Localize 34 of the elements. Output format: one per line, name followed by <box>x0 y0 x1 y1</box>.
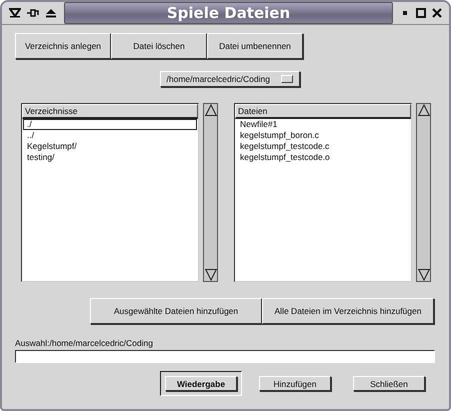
selection-input-field[interactable] <box>15 350 435 363</box>
close-icon[interactable] <box>432 8 442 18</box>
scroll-up-icon[interactable] <box>418 104 430 116</box>
list-item[interactable]: ../ <box>23 130 197 141</box>
eject-icon[interactable] <box>45 8 57 18</box>
scrollbar[interactable] <box>416 103 431 282</box>
list-item[interactable]: kegelstumpf_testcode.o <box>236 152 410 163</box>
toolbar-button[interactable]: Verzeichnis anlegen <box>15 33 111 59</box>
list-item[interactable]: kegelstumpf_testcode.c <box>236 141 410 152</box>
list-header: Verzeichnisse <box>22 104 198 119</box>
minimize-icon[interactable] <box>400 8 410 18</box>
scroll-down-icon[interactable] <box>418 269 430 281</box>
scrollbar[interactable] <box>203 103 218 282</box>
scroll-down-icon[interactable] <box>204 269 216 281</box>
selection-label: Auswahl:/home/marcelcedric/Coding <box>15 338 154 348</box>
dialog-button[interactable]: Wiedergabe <box>165 376 237 391</box>
window-title: Spiele Dateien <box>64 2 393 24</box>
toolbar-button[interactable]: Datei umbenennen <box>207 33 303 59</box>
pin-icon[interactable] <box>27 8 39 18</box>
add-files-button[interactable]: Alle Dateien im Verzeichnis hinzufügen <box>262 298 434 324</box>
menu-triangle-icon[interactable] <box>9 8 21 18</box>
list-item[interactable]: Newfile#1 <box>236 119 410 130</box>
list-item[interactable]: ./ <box>23 119 197 130</box>
add-files-button[interactable]: Ausgewählte Dateien hinzufügen <box>90 298 262 324</box>
scroll-up-icon[interactable] <box>204 104 216 116</box>
path-dropdown[interactable]: /home/marcelcedric/Coding <box>160 71 300 87</box>
list-item[interactable]: testing/ <box>23 152 197 163</box>
list-item[interactable]: Kegelstumpf/ <box>23 141 197 152</box>
dialog-button[interactable]: Schließen <box>353 376 425 391</box>
list-item[interactable]: kegelstumpf_boron.c <box>236 130 410 141</box>
dialog-button[interactable]: Hinzufügen <box>259 376 331 391</box>
maximize-icon[interactable] <box>416 8 426 18</box>
toolbar-button[interactable]: Datei löschen <box>111 33 207 59</box>
list-header: Dateien <box>235 104 411 119</box>
